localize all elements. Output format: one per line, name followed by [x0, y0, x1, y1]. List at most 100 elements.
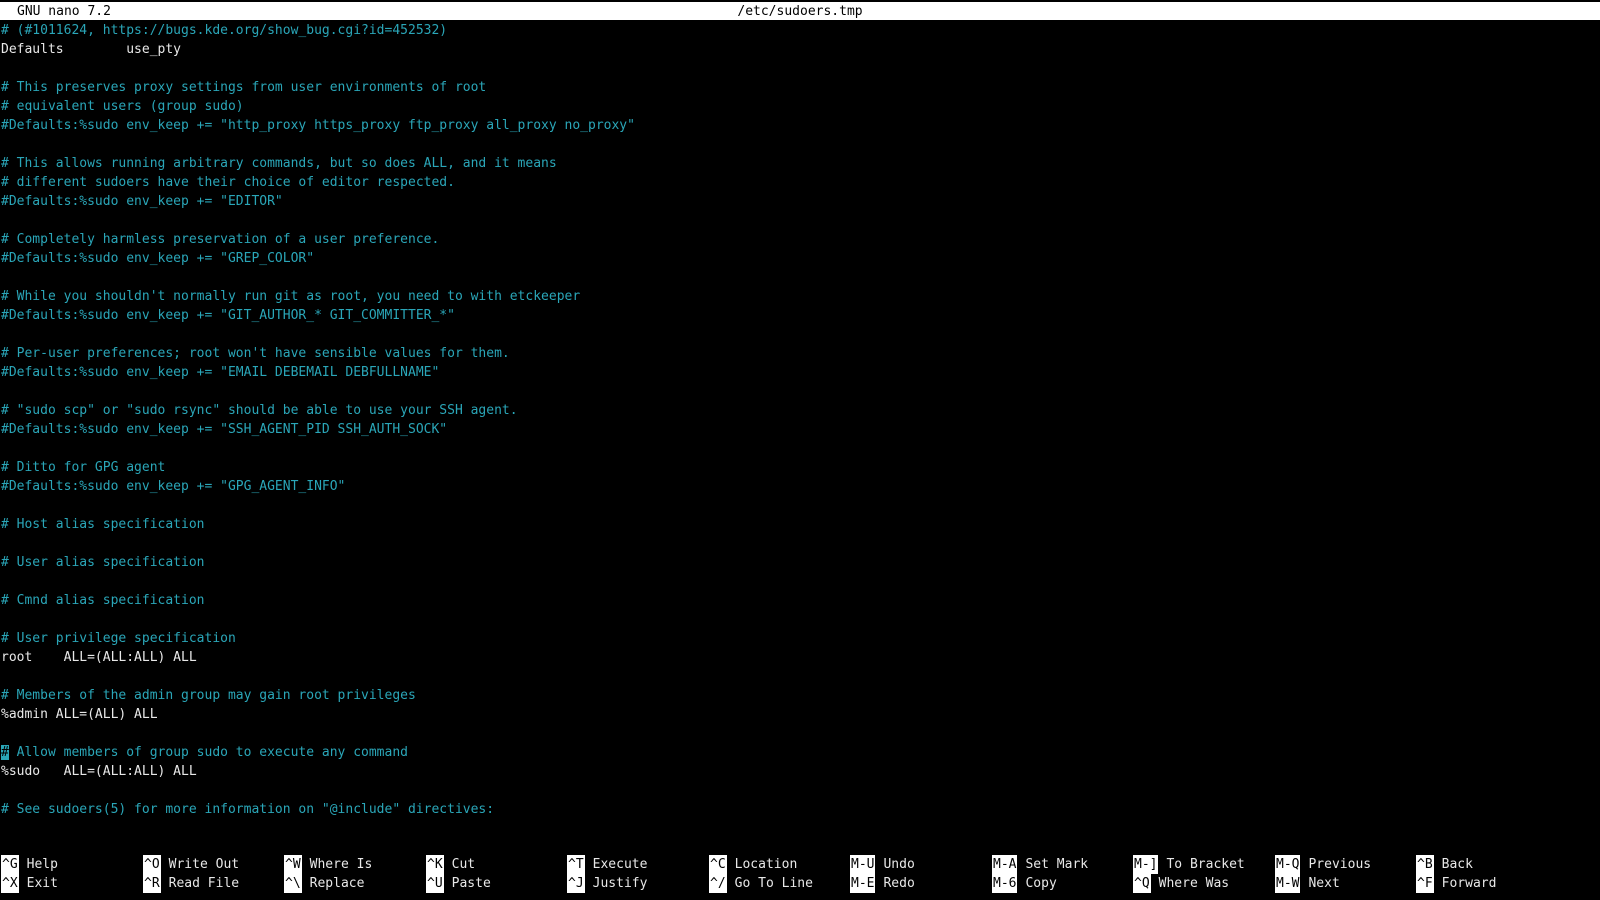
shortcut-item[interactable]: ^F Forward	[1416, 874, 1496, 893]
shortcut-item[interactable]: M-Q Previous	[1275, 855, 1371, 874]
shortcut-key: M-W	[1275, 874, 1301, 893]
shortcut-item[interactable]: ^B Back	[1416, 855, 1473, 874]
shortcut-label: Cut	[451, 857, 476, 872]
shortcut-key: ^C	[709, 855, 727, 874]
editor-line[interactable]: # This allows running arbitrary commands…	[1, 154, 1599, 173]
editor-line[interactable]: # Per-user preferences; root won't have …	[1, 344, 1599, 363]
shortcut-item[interactable]: M-6 Copy	[992, 874, 1057, 893]
editor-line[interactable]: #Defaults:%sudo env_keep += "http_proxy …	[1, 116, 1599, 135]
shortcut-key: M-]	[1133, 855, 1159, 874]
shortcut-item[interactable]: ^Q Where Was	[1133, 874, 1229, 893]
editor-line[interactable]	[1, 572, 1599, 591]
shortcut-label: Write Out	[168, 857, 240, 872]
shortcut-label: Next	[1308, 876, 1340, 891]
shortcut-label: Redo	[883, 876, 915, 891]
shortcut-key: M-E	[850, 874, 876, 893]
shortcut-label: Execute	[592, 857, 648, 872]
editor-line[interactable]: # User privilege specification	[1, 629, 1599, 648]
shortcut-item[interactable]: M-A Set Mark	[992, 855, 1088, 874]
shortcut-key: ^\	[284, 874, 302, 893]
editor-line[interactable]: %sudo ALL=(ALL:ALL) ALL	[1, 762, 1599, 781]
shortcut-key: ^X	[1, 874, 19, 893]
editor-line[interactable]	[1, 534, 1599, 553]
editor-line[interactable]: # "sudo scp" or "sudo rsync" should be a…	[1, 401, 1599, 420]
editor-line[interactable]: # equivalent users (group sudo)	[1, 97, 1599, 116]
editor-area[interactable]: # (#1011624, https://bugs.kde.org/show_b…	[1, 21, 1599, 819]
editor-line-text: Allow members of group sudo to execute a…	[8, 745, 408, 760]
editor-line[interactable]	[1, 135, 1599, 154]
shortcut-key: ^T	[567, 855, 585, 874]
shortcut-item[interactable]: M-] To Bracket	[1133, 855, 1245, 874]
editor-line[interactable]	[1, 382, 1599, 401]
shortcut-label: To Bracket	[1166, 857, 1245, 872]
shortcut-item[interactable]: ^X Exit	[1, 874, 58, 893]
shortcut-label: Undo	[883, 857, 915, 872]
editor-line[interactable]	[1, 667, 1599, 686]
editor-line[interactable]: # See sudoers(5) for more information on…	[1, 800, 1599, 819]
shortcut-key: ^O	[143, 855, 161, 874]
shortcut-key: ^W	[284, 855, 302, 874]
editor-line[interactable]: #Defaults:%sudo env_keep += "GPG_AGENT_I…	[1, 477, 1599, 496]
shortcut-item[interactable]: ^O Write Out	[143, 855, 239, 874]
shortcut-item[interactable]: ^\ Replace	[284, 874, 364, 893]
shortcut-item[interactable]: ^/ Go To Line	[709, 874, 813, 893]
shortcut-label: Paste	[451, 876, 491, 891]
shortcut-item[interactable]: ^J Justify	[567, 874, 647, 893]
shortcut-key: ^/	[709, 874, 727, 893]
editor-line[interactable]	[1, 268, 1599, 287]
shortcut-item[interactable]: ^U Paste	[426, 874, 491, 893]
shortcut-label: Where Was	[1158, 876, 1230, 891]
editor-line[interactable]: #Defaults:%sudo env_keep += "EMAIL DEBEM…	[1, 363, 1599, 382]
editor-line[interactable]: Defaults use_pty	[1, 40, 1599, 59]
shortcut-label: Exit	[26, 876, 58, 891]
editor-line[interactable]: # Completely harmless preservation of a …	[1, 230, 1599, 249]
editor-line[interactable]: # While you shouldn't normally run git a…	[1, 287, 1599, 306]
editor-line[interactable]	[1, 610, 1599, 629]
shortcut-key: M-U	[850, 855, 876, 874]
shortcut-label: Where Is	[309, 857, 373, 872]
shortcut-key: ^K	[426, 855, 444, 874]
editor-line[interactable]: root ALL=(ALL:ALL) ALL	[1, 648, 1599, 667]
shortcut-key: ^Q	[1133, 874, 1151, 893]
shortcut-item[interactable]: M-W Next	[1275, 874, 1340, 893]
shortcut-item[interactable]: ^W Where Is	[284, 855, 372, 874]
editor-line[interactable]: # Cmnd alias specification	[1, 591, 1599, 610]
editor-line[interactable]: # (#1011624, https://bugs.kde.org/show_b…	[1, 21, 1599, 40]
shortcut-item[interactable]: M-U Undo	[850, 855, 915, 874]
shortcut-item[interactable]: ^T Execute	[567, 855, 647, 874]
editor-line[interactable]: #Defaults:%sudo env_keep += "GREP_COLOR"	[1, 249, 1599, 268]
editor-line[interactable]	[1, 325, 1599, 344]
editor-line[interactable]: %admin ALL=(ALL) ALL	[1, 705, 1599, 724]
editor-line[interactable]	[1, 724, 1599, 743]
editor-line[interactable]	[1, 439, 1599, 458]
shortcut-item[interactable]: ^G Help	[1, 855, 58, 874]
shortcut-item[interactable]: ^K Cut	[426, 855, 475, 874]
editor-line[interactable]: # This preserves proxy settings from use…	[1, 78, 1599, 97]
editor-line[interactable]: # Members of the admin group may gain ro…	[1, 686, 1599, 705]
shortcut-key: ^G	[1, 855, 19, 874]
shortcut-label: Location	[734, 857, 798, 872]
editor-line[interactable]	[1, 781, 1599, 800]
shortcut-label: Justify	[592, 876, 648, 891]
editor-line[interactable]: # Allow members of group sudo to execute…	[1, 743, 1599, 762]
shortcut-label: Help	[26, 857, 58, 872]
editor-line[interactable]: #Defaults:%sudo env_keep += "SSH_AGENT_P…	[1, 420, 1599, 439]
shortcut-item[interactable]: M-E Redo	[850, 874, 915, 893]
editor-line[interactable]	[1, 496, 1599, 515]
editor-line[interactable]: # Ditto for GPG agent	[1, 458, 1599, 477]
text-cursor: #	[1, 745, 9, 760]
shortcut-item[interactable]: ^R Read File	[143, 874, 239, 893]
editor-line[interactable]: #Defaults:%sudo env_keep += "GIT_AUTHOR_…	[1, 306, 1599, 325]
editor-line[interactable]	[1, 211, 1599, 230]
editor-line[interactable]: # different sudoers have their choice of…	[1, 173, 1599, 192]
shortcut-label: Forward	[1441, 876, 1497, 891]
editor-line[interactable]: # User alias specification	[1, 553, 1599, 572]
shortcut-label: Replace	[309, 876, 365, 891]
shortcut-label: Back	[1441, 857, 1473, 872]
shortcut-item[interactable]: ^C Location	[709, 855, 797, 874]
editor-line[interactable]	[1, 59, 1599, 78]
editor-line[interactable]: #Defaults:%sudo env_keep += "EDITOR"	[1, 192, 1599, 211]
shortcut-label: Copy	[1025, 876, 1057, 891]
file-name: /etc/sudoers.tmp	[737, 4, 863, 19]
editor-line[interactable]: # Host alias specification	[1, 515, 1599, 534]
